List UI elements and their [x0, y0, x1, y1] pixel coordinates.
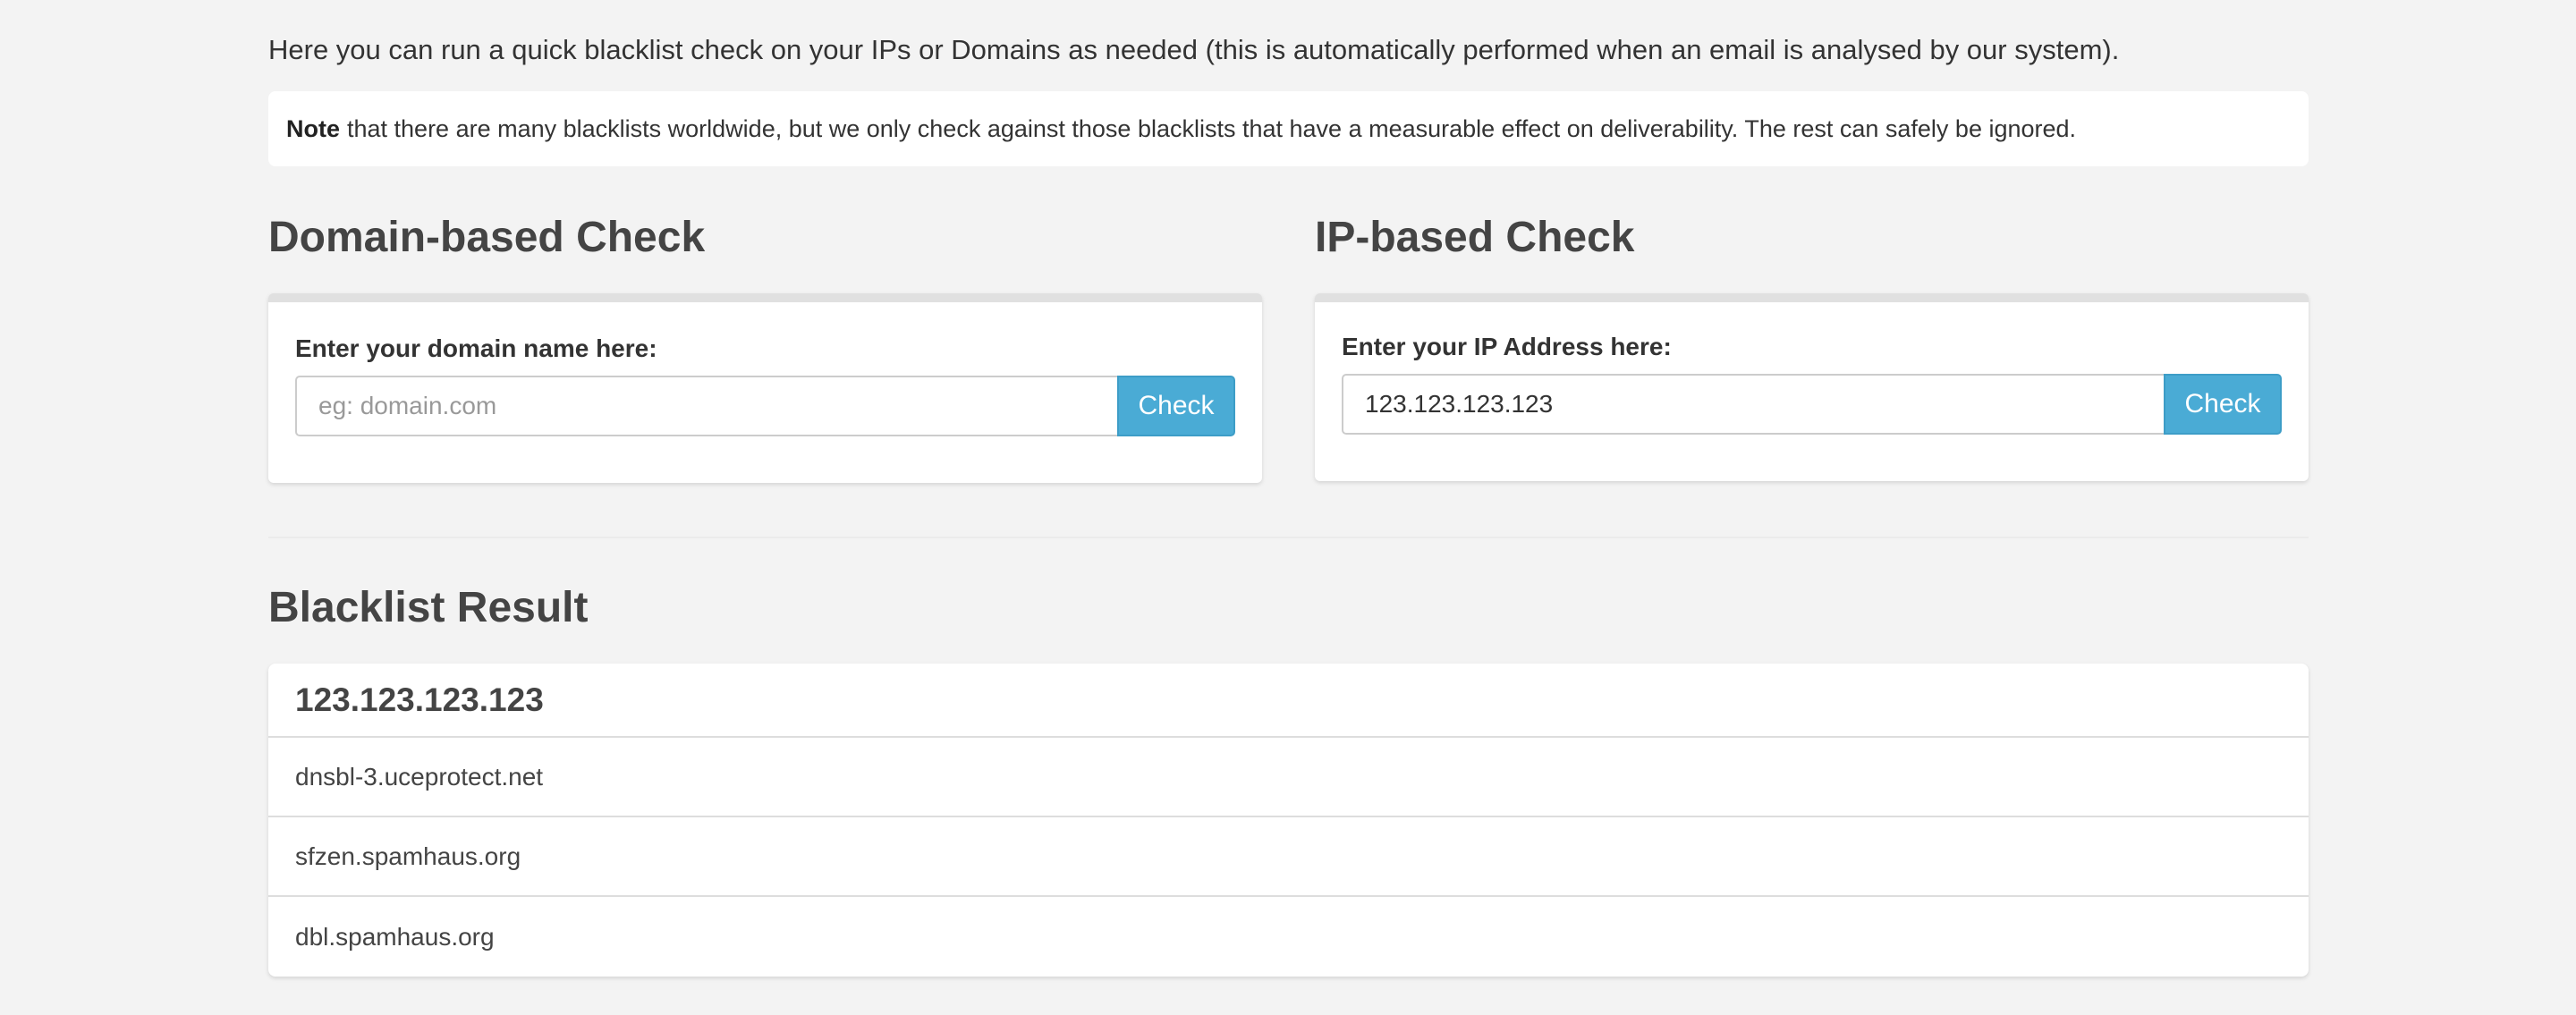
result-title: Blacklist Result — [268, 584, 589, 631]
intro-text: Here you can run a quick blacklist check… — [268, 34, 2120, 65]
result-header: 123.123.123.123 — [268, 664, 2309, 738]
ip-address-input[interactable] — [1342, 374, 2164, 435]
ip-check-title: IP-based Check — [1315, 214, 1635, 261]
ip-input-group: Check — [1342, 374, 2282, 435]
ip-check-card: Enter your IP Address here: Check — [1315, 293, 2309, 481]
domain-check-card: Enter your domain name here: Check — [268, 293, 1262, 483]
note-text: that there are many blacklists worldwide… — [347, 114, 2077, 142]
note-box: Note that there are many blacklists worl… — [268, 91, 2309, 166]
section-divider — [268, 537, 2309, 538]
domain-check-title: Domain-based Check — [268, 214, 706, 261]
result-card: 123.123.123.123 dnsbl-3.uceprotect.net s… — [268, 664, 2309, 977]
result-row: dbl.spamhaus.org — [295, 922, 495, 951]
ip-input-label: Enter your IP Address here: — [1342, 333, 1672, 360]
domain-check-button[interactable]: Check — [1117, 376, 1235, 436]
note-label: Note — [286, 114, 340, 142]
result-row: dnsbl-3.uceprotect.net — [268, 738, 2309, 817]
result-row: sfzen.spamhaus.org — [268, 817, 2309, 897]
domain-input-label: Enter your domain name here: — [295, 334, 657, 362]
domain-input[interactable] — [295, 376, 1117, 436]
ip-check-button[interactable]: Check — [2164, 374, 2282, 435]
domain-input-group: Check — [295, 376, 1235, 436]
